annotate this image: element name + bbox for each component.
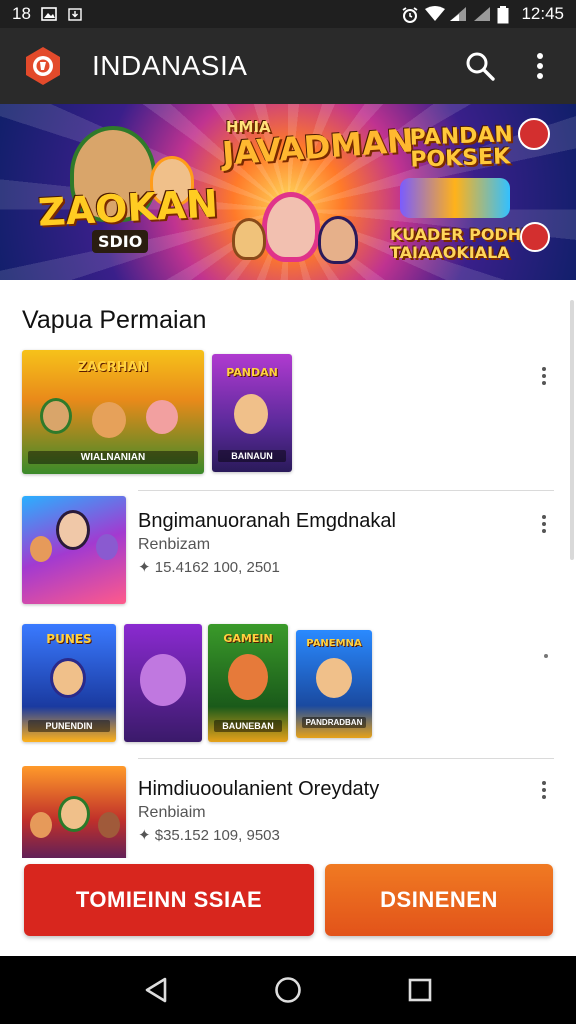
overflow-menu-button[interactable] bbox=[522, 48, 558, 84]
thumbnail-title: GAMEIN bbox=[223, 632, 273, 645]
thumbnail-caption: BAUNEBAN bbox=[214, 720, 282, 732]
gallery-notification-icon bbox=[41, 6, 57, 22]
divider bbox=[138, 758, 554, 759]
thumbnail-title: PANDAN bbox=[226, 366, 278, 379]
back-icon bbox=[145, 977, 167, 1003]
thumbnail-caption: PUNENDIN bbox=[28, 720, 110, 732]
game-thumbnail[interactable]: ZACRHAN WIALNANIAN bbox=[22, 350, 204, 474]
thumbnail-caption: WIALNANIAN bbox=[28, 451, 198, 464]
item-meta: ✦ 15.4162 100, 2501 bbox=[138, 559, 280, 576]
search-button[interactable] bbox=[462, 48, 498, 84]
divider bbox=[138, 490, 554, 491]
banner-top-right-badge bbox=[518, 118, 550, 150]
item-subtitle: Renbizam bbox=[138, 536, 211, 553]
banner-right-title: PANDAN POKSEK bbox=[409, 122, 514, 173]
banner-character-center bbox=[262, 192, 320, 262]
game-thumbnail[interactable]: PUNES PUNENDIN bbox=[22, 624, 116, 742]
list-item[interactable]: Bngimanuoranah Emgdnakal Renbizam ✦ 15.4… bbox=[22, 496, 554, 608]
banner-red-badge bbox=[520, 222, 550, 252]
more-vert-icon bbox=[537, 53, 543, 79]
content-panel: Vapua Permaian ZACRHAN WIALNANIAN PANDAN… bbox=[0, 280, 576, 956]
thumbnail-caption: BAINAUN bbox=[218, 450, 286, 462]
item-title: Himdiuooulanient Oreydaty bbox=[138, 778, 380, 800]
signal-icon bbox=[449, 6, 467, 22]
home-button[interactable] bbox=[268, 970, 308, 1010]
recents-icon bbox=[408, 978, 432, 1002]
list-item[interactable]: Himdiuooulanient Oreydaty Renbiaim ✦ $35… bbox=[22, 766, 554, 858]
home-icon bbox=[275, 977, 301, 1003]
alarm-icon bbox=[401, 6, 418, 23]
banner-character-center-2 bbox=[318, 216, 358, 264]
more-options-button[interactable] bbox=[534, 510, 554, 538]
scrollbar[interactable] bbox=[570, 300, 574, 560]
back-button[interactable] bbox=[136, 970, 176, 1010]
game-thumbnail[interactable] bbox=[22, 766, 126, 858]
thumbnail-caption: PANDRADBAN bbox=[302, 717, 366, 728]
banner-left-subtitle: SDIO bbox=[92, 230, 149, 253]
signal-secondary-icon bbox=[473, 6, 491, 22]
list-item[interactable]: PUNES PUNENDIN GAMEIN BAUNEBAN PANEMNA P… bbox=[22, 624, 554, 746]
game-thumbnail[interactable]: PANEMNA PANDRADBAN bbox=[296, 630, 372, 738]
download-notification-icon bbox=[67, 6, 83, 22]
more-options-button[interactable] bbox=[544, 654, 548, 658]
search-icon bbox=[466, 52, 495, 81]
list-item[interactable]: ZACRHAN WIALNANIAN PANDAN BAINAUN bbox=[22, 350, 554, 476]
status-time: 12:45 bbox=[521, 4, 564, 23]
battery-icon bbox=[497, 6, 513, 24]
banner-character-center-3 bbox=[232, 218, 266, 260]
primary-action-button[interactable]: TOMIEINN SSIAE bbox=[24, 864, 314, 936]
thumbnail-title: PUNES bbox=[46, 632, 92, 646]
promo-banner[interactable]: HMIA JAVADMAN ZAOKAN SDIO PANDAN POKSEK … bbox=[0, 104, 576, 280]
thumbnail-title: ZACRHAN bbox=[77, 360, 149, 375]
banner-left-title: ZAOKAN bbox=[36, 181, 219, 235]
item-title: Bngimanuoranah Emgdnakal bbox=[138, 510, 396, 532]
wifi-icon bbox=[425, 6, 446, 22]
system-nav-bar bbox=[0, 956, 576, 1024]
section-title: Vapua Permaian bbox=[22, 306, 207, 334]
game-thumbnail[interactable] bbox=[124, 624, 202, 742]
app-bar: INDANASIA bbox=[0, 28, 576, 104]
banner-right-subtitle: KUADER PODHIT TAIAAOKIALA bbox=[390, 225, 538, 262]
secondary-action-button[interactable]: DSINENEN bbox=[325, 864, 553, 936]
secondary-button-label: DSINENEN bbox=[380, 887, 498, 912]
app-logo-icon bbox=[22, 45, 64, 87]
game-thumbnail[interactable]: PANDAN BAINAUN bbox=[212, 354, 292, 472]
banner-gems bbox=[400, 178, 510, 218]
more-options-button[interactable] bbox=[534, 776, 554, 804]
game-thumbnail[interactable] bbox=[22, 496, 126, 604]
app-title: INDANASIA bbox=[92, 50, 248, 81]
thumbnail-title: PANEMNA bbox=[306, 638, 362, 649]
game-thumbnail[interactable]: GAMEIN BAUNEBAN bbox=[208, 624, 288, 742]
recents-button[interactable] bbox=[400, 970, 440, 1010]
more-options-button[interactable] bbox=[534, 362, 554, 390]
status-bar: 18 12:45 bbox=[0, 0, 576, 28]
item-subtitle: Renbiaim bbox=[138, 804, 206, 821]
status-left-text: 18 bbox=[12, 4, 31, 23]
item-meta: ✦ $35.152 109, 9503 bbox=[138, 827, 280, 844]
